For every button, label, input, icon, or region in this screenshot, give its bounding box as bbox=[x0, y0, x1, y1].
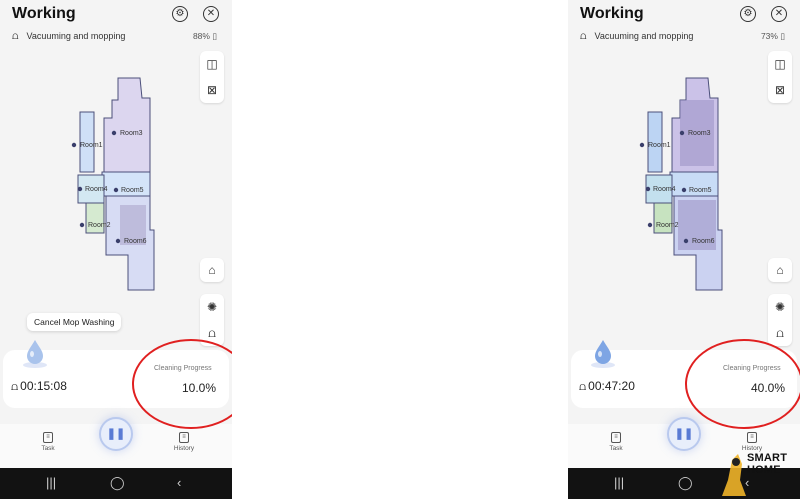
floor-map[interactable]: Room3 Room1 Room4 Room5 Room2 Room6 bbox=[568, 0, 800, 300]
logo-text: SMART bbox=[747, 452, 788, 464]
android-nav-bar: ||| ◯ ‹ bbox=[0, 468, 232, 499]
tab-history[interactable]: ≡ History bbox=[164, 432, 204, 452]
suction-fan-icon[interactable]: ✺ bbox=[200, 294, 224, 320]
room-marker bbox=[71, 142, 77, 148]
cancel-mop-washing-tooltip[interactable]: Cancel Mop Washing bbox=[27, 313, 122, 331]
pause-button[interactable]: ❚❚ bbox=[99, 417, 133, 451]
room-label: Room5 bbox=[121, 187, 144, 194]
back-icon[interactable]: ‹ bbox=[177, 475, 181, 490]
room-marker bbox=[111, 130, 117, 136]
phone-screen-left: Working ⚙ ✕ ⩍ Vacuuming and mopping 88% … bbox=[0, 0, 232, 499]
pause-button[interactable]: ❚❚ bbox=[667, 417, 701, 451]
mop-icon[interactable]: ⩍ bbox=[768, 320, 792, 346]
room-label: Room4 bbox=[85, 186, 108, 193]
history-icon: ≡ bbox=[747, 432, 757, 443]
history-icon: ≡ bbox=[179, 432, 189, 443]
room-label: Room3 bbox=[120, 130, 143, 137]
room-label: Room2 bbox=[656, 222, 679, 229]
pause-icon: ❚❚ bbox=[674, 428, 694, 440]
room-label: Room2 bbox=[88, 222, 111, 229]
room-label: Room6 bbox=[692, 238, 715, 245]
progress-value: 40.0% bbox=[751, 381, 786, 395]
task-icon: ≡ bbox=[611, 432, 621, 443]
suction-fan-icon[interactable]: ✺ bbox=[768, 294, 792, 320]
home-icon[interactable]: ◯ bbox=[110, 475, 125, 491]
mop-mode-icon: ⩍ bbox=[579, 381, 587, 393]
elapsed-time: ⩍ 00:15:08 bbox=[11, 379, 67, 393]
room-label: Room3 bbox=[688, 130, 711, 137]
dock-home-icon[interactable]: ⌂ bbox=[768, 258, 792, 282]
room-marker bbox=[683, 238, 689, 244]
floor-map[interactable]: Room3 Room1 Room4 Room5 Room2 Room6 bbox=[0, 0, 232, 300]
room-marker bbox=[645, 186, 651, 192]
room-label: Room6 bbox=[124, 238, 147, 245]
tab-task[interactable]: ≡ Task bbox=[596, 432, 636, 452]
dock-home-icon[interactable]: ⌂ bbox=[200, 258, 224, 282]
progress-label: Cleaning Progress bbox=[723, 365, 781, 372]
task-icon: ≡ bbox=[43, 432, 53, 443]
progress-label: Cleaning Progress bbox=[154, 365, 212, 372]
room-marker bbox=[77, 186, 83, 192]
cleaning-mode-controls: ✺ ⩍ bbox=[768, 294, 792, 346]
logo-text: HOME bbox=[747, 464, 781, 476]
water-drop-icon bbox=[23, 340, 47, 368]
room-marker bbox=[639, 142, 645, 148]
room-label: Room1 bbox=[80, 142, 103, 149]
pause-icon: ❚❚ bbox=[106, 428, 126, 440]
home-icon[interactable]: ◯ bbox=[678, 475, 693, 491]
room-label: Room1 bbox=[648, 142, 671, 149]
mop-mode-icon: ⩍ bbox=[11, 381, 19, 393]
room-shape[interactable] bbox=[103, 77, 151, 173]
cleaning-mode-controls: ✺ ⩍ bbox=[200, 294, 224, 346]
recents-icon[interactable]: ||| bbox=[46, 475, 56, 490]
progress-value: 10.0% bbox=[182, 381, 217, 395]
room-marker bbox=[647, 222, 653, 228]
room-label: Room4 bbox=[653, 186, 676, 193]
tab-history[interactable]: ≡ History bbox=[732, 432, 772, 452]
water-drop-icon bbox=[591, 340, 615, 368]
room-marker bbox=[113, 187, 119, 193]
room-marker bbox=[79, 222, 85, 228]
room-marker bbox=[681, 187, 687, 193]
elapsed-time: ⩍ 00:47:20 bbox=[579, 379, 635, 393]
tab-task[interactable]: ≡ Task bbox=[28, 432, 68, 452]
recents-icon[interactable]: ||| bbox=[614, 475, 624, 490]
mop-icon[interactable]: ⩍ bbox=[200, 320, 224, 346]
room-marker bbox=[679, 130, 685, 136]
room-marker bbox=[115, 238, 121, 244]
room-label: Room5 bbox=[689, 187, 712, 194]
phone-screen-right: Working ⚙ ✕ ⩍ Vacuuming and mopping 73% … bbox=[568, 0, 800, 499]
